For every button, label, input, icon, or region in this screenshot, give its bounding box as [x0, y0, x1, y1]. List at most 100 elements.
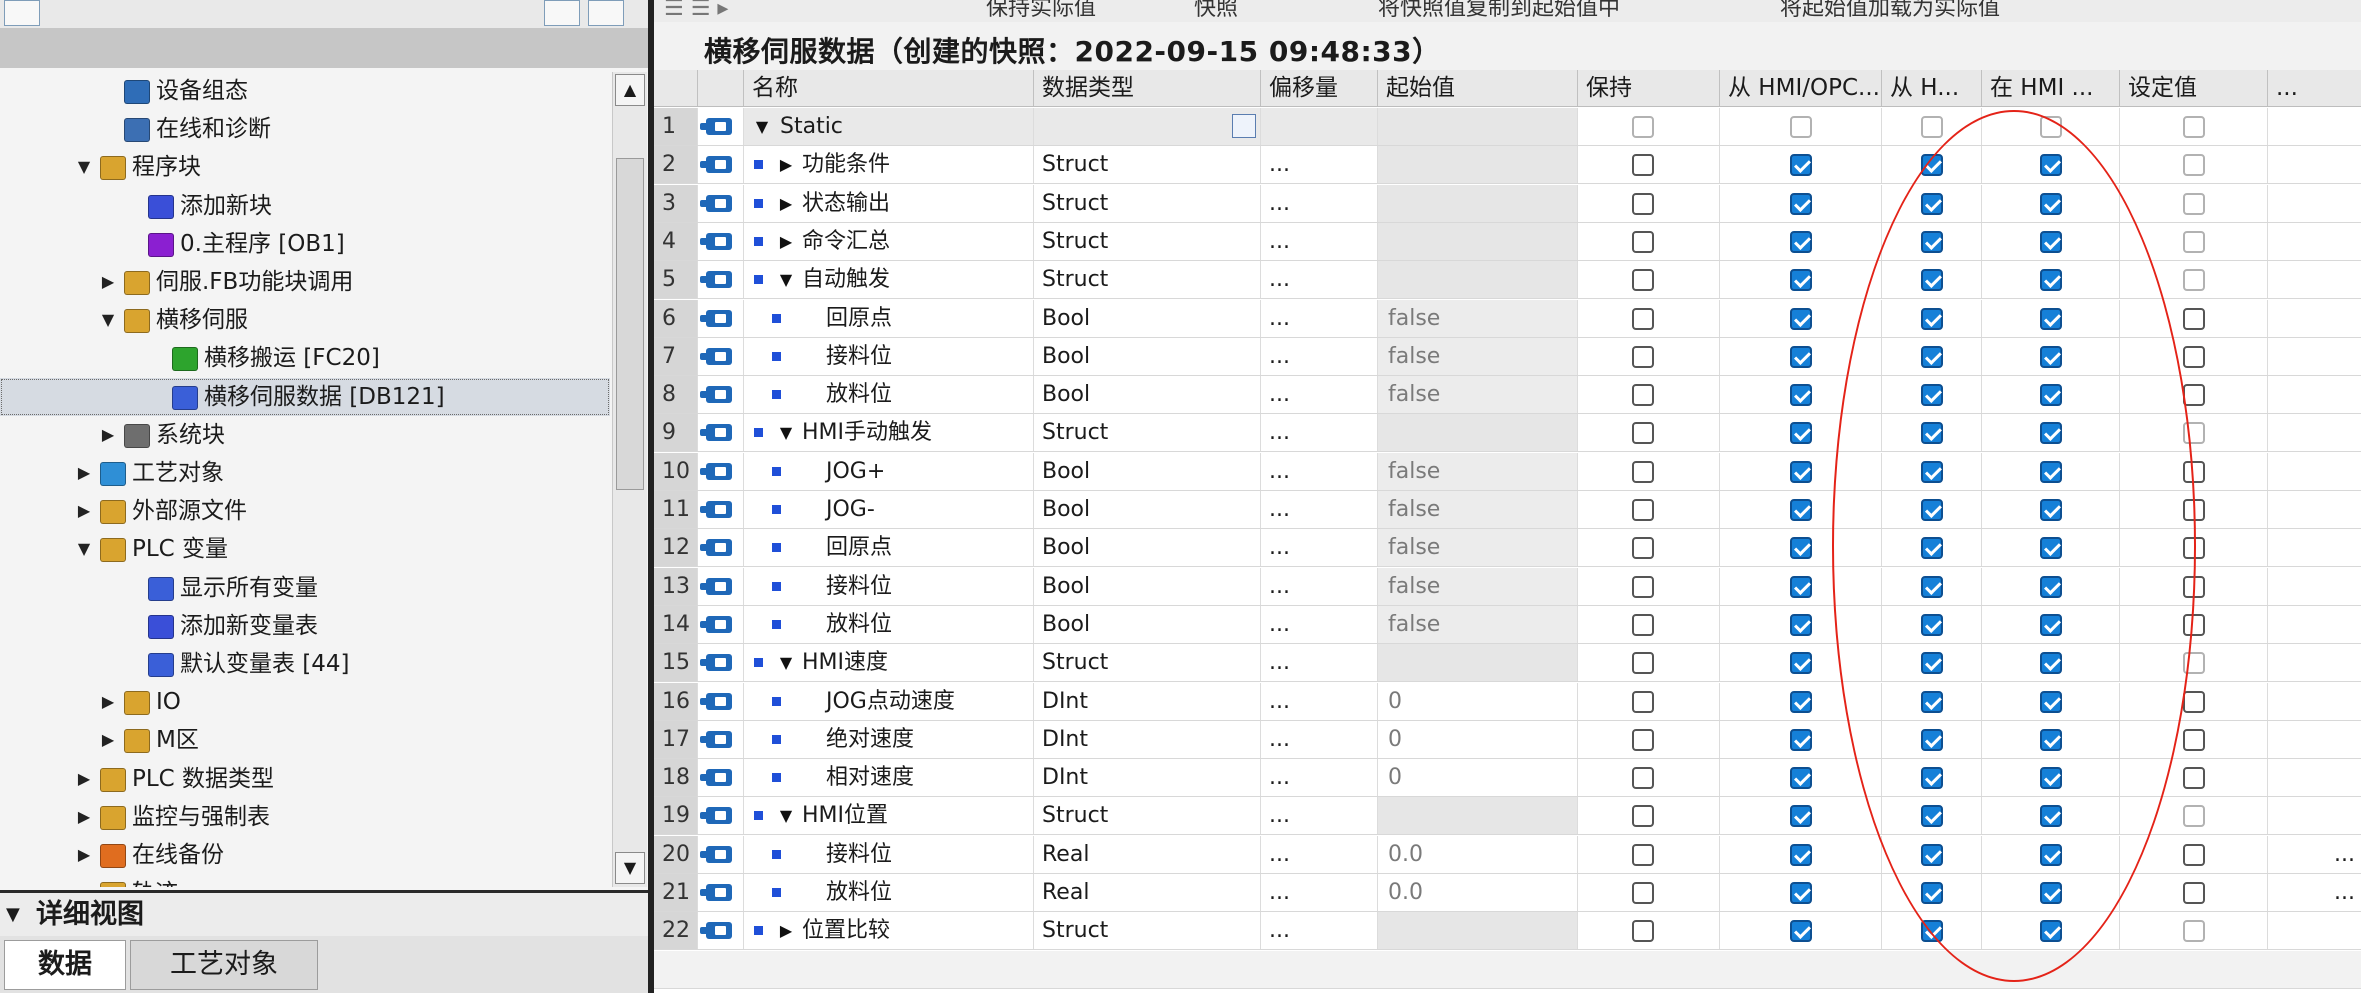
- start-value-cell[interactable]: [1378, 261, 1578, 299]
- from-h-checkbox[interactable]: [1921, 652, 1943, 675]
- retain-checkbox[interactable]: [1632, 230, 1654, 253]
- collapse-arrow-icon[interactable]: ▼: [74, 148, 94, 186]
- retain-checkbox[interactable]: [1632, 460, 1654, 483]
- name-cell[interactable]: 相对速度: [744, 759, 1034, 797]
- collapse-arrow-icon[interactable]: ▼: [752, 108, 772, 145]
- retain-checkbox[interactable]: [1632, 154, 1654, 177]
- name-cell[interactable]: ▶ 命令汇总: [744, 222, 1034, 260]
- setpoint-checkbox[interactable]: [2183, 499, 2205, 521]
- from-h-checkbox[interactable]: [1921, 460, 1943, 483]
- from-h-checkbox[interactable]: [1921, 843, 1943, 866]
- table-row[interactable]: 15 ▼ HMI速度 Struct...: [654, 644, 2361, 683]
- tree-item[interactable]: 0.主程序 [OB1]: [0, 225, 610, 263]
- scroll-up-icon[interactable]: ▲: [615, 74, 645, 106]
- start-value-cell[interactable]: [1378, 912, 1578, 950]
- name-cell[interactable]: ▶ 状态输出: [744, 184, 1034, 222]
- start-value-cell[interactable]: false: [1378, 337, 1578, 375]
- scrollbar-thumb[interactable]: [616, 158, 644, 490]
- table-row[interactable]: 1 ▼ Static: [654, 108, 2361, 146]
- table-row[interactable]: 9 ▼ HMI手动触发 Struct...: [654, 414, 2361, 453]
- table-row[interactable]: 12 回原点 Bool... false: [654, 529, 2361, 568]
- from-h-checkbox[interactable]: [1921, 805, 1943, 828]
- datatype-cell[interactable]: DInt: [1034, 720, 1261, 758]
- setpoint-checkbox[interactable]: [2183, 537, 2205, 560]
- detail-view-toggle-icon[interactable]: [544, 0, 580, 26]
- table-row[interactable]: 7 接料位 Bool... false: [654, 337, 2361, 376]
- setpoint-checkbox[interactable]: [2183, 384, 2205, 407]
- expand-arrow-icon[interactable]: ▶: [74, 454, 94, 492]
- tree-item[interactable]: ▼ 程序块: [0, 148, 610, 186]
- col-name-header[interactable]: 名称: [744, 70, 1034, 106]
- name-cell[interactable]: 接料位: [744, 337, 1034, 375]
- from-hmi-opc-checkbox[interactable]: [1790, 230, 1812, 253]
- tree-item[interactable]: ▶ 监控与强制表: [0, 798, 610, 836]
- from-hmi-opc-checkbox[interactable]: [1790, 767, 1812, 790]
- setpoint-checkbox[interactable]: [2183, 728, 2205, 751]
- retain-checkbox[interactable]: [1632, 575, 1654, 598]
- retain-checkbox[interactable]: [1632, 613, 1654, 636]
- table-row[interactable]: 3 ▶ 状态输出 Struct...: [654, 184, 2361, 223]
- retain-checkbox[interactable]: [1632, 116, 1654, 138]
- name-cell[interactable]: 绝对速度: [744, 720, 1034, 758]
- copy-snapshot-to-start-button[interactable]: 将快照值复制到起始值中: [1378, 0, 1620, 20]
- in-hmi-checkbox[interactable]: [2040, 920, 2062, 943]
- in-hmi-checkbox[interactable]: [2040, 422, 2062, 445]
- table-row[interactable]: 8 放料位 Bool... false: [654, 376, 2361, 415]
- datatype-cell[interactable]: Bool: [1034, 452, 1261, 490]
- tree-item[interactable]: ▶ 外部源文件: [0, 492, 610, 530]
- setpoint-checkbox[interactable]: [2183, 575, 2205, 598]
- in-hmi-checkbox[interactable]: [2040, 345, 2062, 368]
- in-hmi-checkbox[interactable]: [2040, 192, 2062, 215]
- datatype-cell[interactable]: [1034, 108, 1261, 145]
- table-row[interactable]: 10 JOG+ Bool... false: [654, 452, 2361, 491]
- start-value-cell[interactable]: 0: [1378, 682, 1578, 720]
- start-value-cell[interactable]: [1378, 222, 1578, 260]
- start-value-cell[interactable]: false: [1378, 376, 1578, 414]
- from-hmi-opc-checkbox[interactable]: [1790, 192, 1812, 215]
- start-value-cell[interactable]: false: [1378, 491, 1578, 528]
- tree-item[interactable]: 横移伺服数据 [DB121]: [0, 377, 610, 416]
- setpoint-checkbox[interactable]: [2183, 307, 2205, 330]
- from-h-checkbox[interactable]: [1921, 613, 1943, 636]
- from-h-checkbox[interactable]: [1921, 499, 1943, 521]
- from-hmi-opc-checkbox[interactable]: [1790, 116, 1812, 138]
- col-retain-header[interactable]: 保持: [1578, 70, 1720, 106]
- from-hmi-opc-checkbox[interactable]: [1790, 805, 1812, 828]
- setpoint-checkbox[interactable]: [2183, 805, 2205, 828]
- retain-checkbox[interactable]: [1632, 537, 1654, 560]
- load-start-as-actual-button[interactable]: 将起始值加载为实际值: [1780, 0, 2000, 20]
- name-cell[interactable]: 放料位: [744, 605, 1034, 643]
- from-h-checkbox[interactable]: [1921, 269, 1943, 292]
- name-cell[interactable]: 接料位: [744, 567, 1034, 605]
- table-row[interactable]: 18 相对速度 DInt... 0: [654, 759, 2361, 798]
- table-row[interactable]: 11 JOG- Bool... false: [654, 491, 2361, 529]
- setpoint-checkbox[interactable]: [2183, 345, 2205, 368]
- tree-item[interactable]: ▼ 横移伺服: [0, 301, 610, 339]
- setpoint-checkbox[interactable]: [2183, 767, 2205, 790]
- from-hmi-opc-checkbox[interactable]: [1790, 345, 1812, 368]
- retain-checkbox[interactable]: [1632, 882, 1654, 904]
- expand-arrow-icon[interactable]: ▶: [776, 912, 796, 949]
- retain-checkbox[interactable]: [1632, 422, 1654, 445]
- name-cell[interactable]: 回原点: [744, 299, 1034, 337]
- datatype-cell[interactable]: Real: [1034, 874, 1261, 911]
- from-hmi-opc-checkbox[interactable]: [1790, 154, 1812, 177]
- datatype-cell[interactable]: Struct: [1034, 414, 1261, 452]
- start-value-cell[interactable]: 0.0: [1378, 874, 1578, 911]
- col-start-value-header[interactable]: 起始值: [1378, 70, 1578, 106]
- collapse-arrow-icon[interactable]: ▼: [74, 530, 94, 568]
- name-cell[interactable]: 放料位: [744, 376, 1034, 414]
- col-from-hmi-opc-header[interactable]: 从 HMI/OPC...: [1720, 70, 1882, 106]
- from-hmi-opc-checkbox[interactable]: [1790, 613, 1812, 636]
- retain-checkbox[interactable]: [1632, 652, 1654, 675]
- from-h-checkbox[interactable]: [1921, 384, 1943, 407]
- collapse-arrow-icon[interactable]: ▼: [776, 644, 796, 681]
- table-row[interactable]: 5 ▼ 自动触发 Struct...: [654, 261, 2361, 300]
- retain-checkbox[interactable]: [1632, 805, 1654, 828]
- retain-checkbox[interactable]: [1632, 843, 1654, 866]
- tree-item[interactable]: 在线和诊断: [0, 110, 610, 148]
- datatype-cell[interactable]: Struct: [1034, 797, 1261, 835]
- datatype-cell[interactable]: Bool: [1034, 529, 1261, 567]
- setpoint-checkbox[interactable]: [2183, 613, 2205, 636]
- from-h-checkbox[interactable]: [1921, 575, 1943, 598]
